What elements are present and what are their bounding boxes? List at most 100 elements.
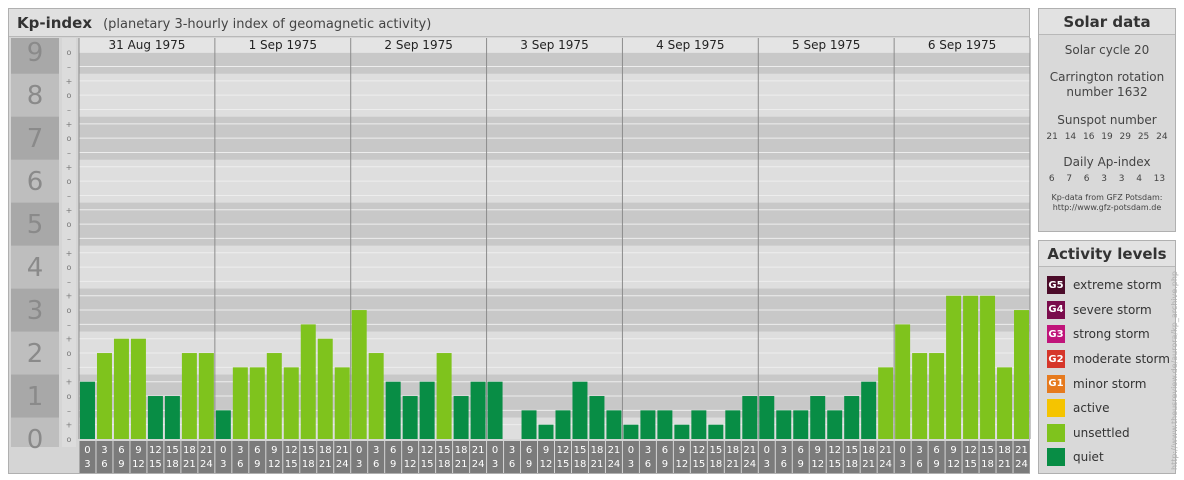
y-axis-label: 4 [27, 253, 44, 283]
hour-label-start: 3 [237, 445, 243, 456]
hour-label-end: 6 [509, 459, 515, 470]
hour-label-end: 15 [285, 459, 298, 470]
hour-label-end: 21 [183, 459, 196, 470]
hour-label-end: 9 [526, 459, 532, 470]
hour-label-start: 21 [879, 445, 892, 456]
hour-label-start: 15 [574, 445, 587, 456]
sub-tick-label: – [67, 191, 71, 200]
kp-bar [555, 410, 571, 439]
hour-label-start: 0 [220, 445, 226, 456]
activity-levels-title: Activity levels [1039, 241, 1175, 267]
legend-label: minor storm [1073, 376, 1147, 391]
sub-tick-label: + [66, 77, 73, 86]
legend-swatch: G2 [1047, 350, 1065, 369]
y-axis-label: 6 [27, 167, 44, 197]
kp-bar [538, 424, 554, 439]
hour-label-end: 15 [557, 459, 570, 470]
legend-label: unsettled [1073, 425, 1130, 440]
kp-index-panel: 0 1 2 3 4 5 6 7 8 9 o + – o + – o + – o + – o + – o + – o + – o + – o + – o 31… [8, 8, 1031, 474]
sub-tick-label: – [67, 62, 71, 71]
hour-label-end: 21 [591, 459, 604, 470]
hour-label-start: 21 [1015, 445, 1028, 456]
sub-tick-label: – [67, 277, 71, 286]
solar-cycle: Solar cycle 20 [1064, 43, 1150, 57]
kp-bar [929, 353, 945, 439]
hour-label-end: 3 [84, 459, 90, 470]
activity-legend: G5 extreme storm G4 severe storm G3 strong st… [1039, 267, 1175, 470]
hour-label-start: 9 [815, 445, 821, 456]
hour-label-start: 6 [390, 445, 396, 456]
sub-tick-label: o [67, 392, 72, 401]
kp-bar [351, 310, 367, 439]
y-axis-label: 3 [27, 296, 44, 326]
legend-swatch: G3 [1047, 325, 1065, 344]
legend-label: extreme storm [1073, 278, 1162, 293]
ap-value: 6 [1083, 174, 1090, 184]
kp-bar [810, 396, 826, 439]
hour-label-end: 3 [899, 459, 905, 470]
ap-value: 7 [1066, 174, 1073, 184]
legend-item-extreme-storm: G5 extreme storm [1047, 273, 1175, 298]
credit-link[interactable]: http://www.gfz-potsdam.de [1039, 203, 1175, 213]
sub-tick-label: – [67, 234, 71, 243]
kp-bar [181, 353, 197, 439]
sub-tick-label: – [67, 148, 71, 157]
source-watermark: http://www.theusreview.de/aurora/kp_arch… [1170, 271, 1179, 470]
hour-label-start: 0 [356, 445, 362, 456]
ap-value: 3 [1101, 174, 1107, 184]
sunspot-number: 21 [1046, 132, 1058, 142]
hour-label-start: 15 [438, 445, 451, 456]
kp-bar [521, 410, 537, 439]
sunspot-number: 29 [1119, 132, 1131, 142]
kp-bar [147, 396, 163, 439]
day-label: 3 Sep 1975 [520, 38, 588, 52]
chart-subtitle: (planetary 3-hourly index of geomagnetic… [103, 17, 432, 32]
hour-label-start: 6 [798, 445, 804, 456]
hour-label-start: 15 [845, 445, 858, 456]
ap-value: 6 [1048, 174, 1055, 184]
kp-bar [708, 424, 724, 439]
sub-tick-label: o [67, 134, 72, 143]
legend-label: active [1073, 401, 1110, 416]
kp-bar [912, 353, 928, 439]
kp-bar [198, 353, 214, 439]
hour-label-end: 6 [781, 459, 787, 470]
kp-bar [164, 396, 180, 439]
y-axis-label: 1 [27, 382, 44, 412]
sub-tick-label: – [67, 320, 71, 329]
ap-value: 3 [1118, 174, 1125, 184]
legend-swatch: G4 [1047, 300, 1065, 319]
sub-tick-label: o [67, 91, 72, 100]
hour-label-start: 18 [455, 445, 468, 456]
hour-label-start: 9 [271, 445, 277, 456]
hour-label-end: 9 [390, 459, 396, 470]
carrington-line-1: Carrington rotation [1049, 70, 1165, 84]
legend-item-quiet: quiet [1047, 445, 1175, 470]
kp-bar [742, 396, 758, 439]
hour-label-end: 15 [828, 459, 841, 470]
kp-bar [691, 410, 707, 439]
kp-bar [368, 353, 384, 439]
sub-tick-label: + [66, 335, 73, 344]
kp-bar [589, 396, 605, 439]
kp-bar [963, 295, 979, 439]
kp-bar [997, 367, 1013, 439]
kp-bar [249, 367, 265, 439]
kp-bar [776, 410, 792, 439]
hour-label-start: 9 [135, 445, 141, 456]
hour-label-start: 0 [899, 445, 905, 456]
hour-label-end: 21 [726, 459, 739, 470]
hour-label-start: 0 [764, 445, 770, 456]
hour-label-start: 21 [200, 445, 213, 456]
kp-bar [827, 410, 843, 439]
hour-label-start: 18 [591, 445, 604, 456]
hour-label-end: 15 [964, 459, 977, 470]
hour-label-end: 24 [879, 459, 892, 470]
hour-label-start: 21 [608, 445, 621, 456]
hour-label-start: 12 [421, 445, 434, 456]
kp-bar [232, 367, 248, 439]
hour-label-end: 9 [798, 459, 804, 470]
day-label: 2 Sep 1975 [384, 38, 452, 52]
hour-label-end: 18 [709, 459, 722, 470]
hour-label-end: 24 [743, 459, 756, 470]
